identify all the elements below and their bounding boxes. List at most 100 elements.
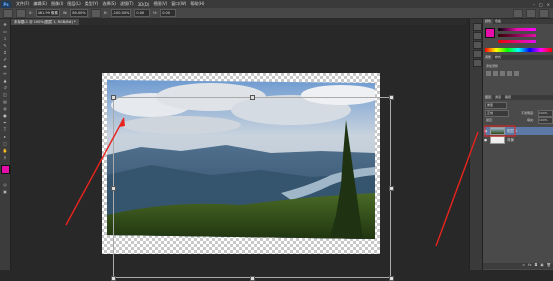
layer-thumbnail	[490, 127, 505, 135]
path-select-tool-icon[interactable]: ▸	[2, 134, 8, 139]
layer-filter-select[interactable]: 类型	[485, 102, 507, 109]
eye-icon[interactable]: ●	[484, 138, 488, 142]
trash-icon[interactable]: 🗑	[547, 263, 551, 269]
brush-tool-icon[interactable]: ✏	[2, 71, 8, 76]
crop-tool-icon[interactable]: ⌗	[2, 50, 8, 55]
menu-file[interactable]: 文件(F)	[14, 1, 31, 7]
fx-icon[interactable]: fx	[528, 263, 531, 269]
menu-layer[interactable]: 图层(L)	[65, 1, 82, 7]
foreground-color-swatch[interactable]	[1, 165, 10, 174]
layer-name[interactable]: 背景	[507, 138, 514, 143]
menu-type[interactable]: 类型(Y)	[83, 1, 101, 7]
tab-color[interactable]: 颜色	[483, 19, 494, 24]
lasso-tool-icon[interactable]: ↄ	[2, 36, 8, 41]
vibrance-icon[interactable]	[514, 71, 519, 76]
quick-select-tool-icon[interactable]: ✎	[2, 43, 8, 48]
paragraph-icon[interactable]	[473, 50, 482, 58]
move-tool-icon[interactable]: ✥	[2, 22, 8, 27]
shape-tool-icon[interactable]: ▢	[2, 141, 8, 146]
type-tool-icon[interactable]: T	[2, 127, 8, 132]
hand-tool-icon[interactable]: ✋	[2, 148, 8, 153]
x-field[interactable]: 461.99 像素	[35, 9, 60, 17]
adjustments-tabs: 调整 样式	[483, 55, 553, 60]
stamp-tool-icon[interactable]: ▲	[2, 78, 8, 83]
properties-icon[interactable]	[473, 32, 482, 40]
commit-icon[interactable]	[539, 8, 549, 18]
eyedropper-tool-icon[interactable]: ✐	[2, 57, 8, 62]
eraser-tool-icon[interactable]: ◫	[2, 92, 8, 97]
transform-handle[interactable]	[111, 186, 116, 191]
transform-handle[interactable]	[111, 95, 116, 100]
marquee-tool-icon[interactable]: ▭	[2, 29, 8, 34]
panel-foreground-swatch[interactable]	[485, 28, 495, 38]
zoom-tool-icon[interactable]: ⚲	[2, 155, 8, 160]
menu-window[interactable]: 窗口(W)	[169, 1, 188, 7]
levels-icon[interactable]	[493, 71, 498, 76]
tab-paths[interactable]: 路径	[503, 95, 513, 100]
tab-adjustments[interactable]: 调整	[483, 55, 494, 60]
new-layer-icon[interactable]: ▣	[540, 263, 543, 269]
opacity-field[interactable]: 100%	[538, 110, 553, 117]
curves-icon[interactable]	[500, 71, 505, 76]
menu-edit[interactable]: 编辑(E)	[31, 1, 49, 7]
reference-point-icon[interactable]	[16, 8, 26, 18]
color-spectrum[interactable]	[485, 48, 552, 52]
skew-field[interactable]: 0.00	[160, 9, 177, 17]
blend-mode-select[interactable]: 正常	[485, 110, 509, 117]
link-icon[interactable]	[90, 8, 101, 18]
tab-layers[interactable]: 图层	[483, 95, 494, 100]
transform-handle[interactable]	[389, 276, 394, 281]
green-slider[interactable]	[498, 34, 536, 37]
tab-styles[interactable]: 样式	[493, 55, 503, 60]
pen-tool-icon[interactable]: ✒	[2, 120, 8, 125]
layer-row-selected[interactable]: ● 图层 1	[484, 127, 553, 135]
h-label: H:	[103, 11, 108, 15]
history-icon[interactable]	[473, 23, 482, 31]
adjustment-icons	[486, 71, 550, 76]
layer-name[interactable]: 图层 1	[507, 129, 517, 134]
close-icon[interactable]: ×	[547, 2, 550, 7]
info-icon[interactable]	[473, 41, 482, 49]
gradient-tool-icon[interactable]: ▤	[2, 99, 8, 104]
menu-filter[interactable]: 滤镜(T)	[118, 1, 136, 7]
screen-mode-icon[interactable]: ▣	[2, 189, 8, 194]
layer-row[interactable]: ● 背景	[484, 136, 553, 144]
width-field[interactable]: 80.00%	[70, 9, 88, 17]
x-label: X:	[29, 11, 33, 15]
transform-bounding-box[interactable]	[113, 97, 391, 278]
menu-view[interactable]: 视图(V)	[151, 1, 169, 7]
link-layers-icon[interactable]: ∞	[522, 263, 525, 269]
blur-tool-icon[interactable]: ◍	[2, 106, 8, 111]
transform-handle[interactable]	[111, 276, 116, 281]
menu-image[interactable]: 图像(I)	[49, 1, 65, 7]
exposure-icon[interactable]	[507, 71, 512, 76]
maximize-icon[interactable]: □	[539, 2, 543, 7]
red-slider[interactable]	[498, 28, 536, 31]
tab-swatches[interactable]: 色板	[493, 19, 503, 24]
character-icon[interactable]	[473, 59, 482, 67]
transform-handle[interactable]	[389, 186, 394, 191]
angle-field[interactable]: 0.00	[134, 9, 151, 17]
transform-handle[interactable]	[250, 276, 255, 281]
healing-tool-icon[interactable]: ✚	[2, 64, 8, 69]
blue-slider[interactable]	[498, 40, 536, 43]
menu-help[interactable]: 帮助(H)	[188, 1, 206, 7]
height-field[interactable]: -100.00%	[110, 9, 132, 17]
mask-icon[interactable]: ◘	[534, 263, 537, 269]
minimize-icon[interactable]: –	[533, 2, 535, 7]
transform-handle[interactable]	[389, 95, 394, 100]
warp-icon[interactable]	[513, 8, 523, 18]
tab-channels[interactable]: 通道	[493, 95, 503, 100]
history-brush-icon[interactable]: ↺	[2, 85, 8, 90]
brightness-icon[interactable]	[486, 71, 491, 76]
menu-select[interactable]: 选择(S)	[100, 1, 118, 7]
fill-field[interactable]: 100%	[538, 117, 553, 124]
canvas-area[interactable]	[11, 25, 467, 281]
transform-handle[interactable]	[250, 95, 255, 100]
menu-3d[interactable]: 3D(D)	[136, 2, 152, 7]
cancel-icon[interactable]	[526, 8, 536, 18]
dodge-tool-icon[interactable]: ●	[2, 113, 8, 118]
quick-mask-icon[interactable]: ◎	[2, 182, 8, 187]
eye-icon[interactable]: ●	[484, 129, 488, 133]
transform-tool-icon[interactable]	[3, 8, 13, 18]
